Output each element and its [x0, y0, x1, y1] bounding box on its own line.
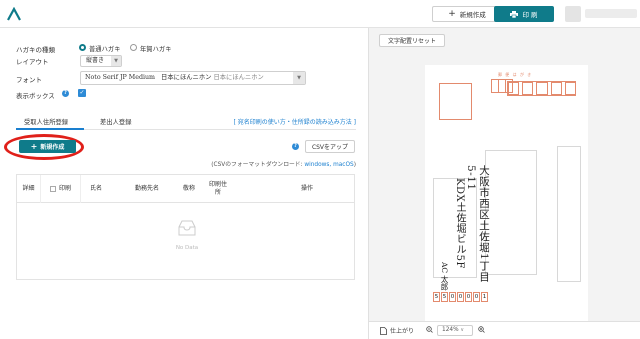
preview-panel: 文字配置リセット 郵 便 は が き 大阪市西区土佐堀1丁目5-11 KDX土佐…	[369, 28, 640, 339]
csv-format-links[interactable]: windows, macOS	[304, 162, 353, 168]
chevron-down-icon: ∨	[460, 327, 465, 333]
address-line-2: KDX土佐堀ビル5F	[454, 178, 465, 269]
postcard-type-label: ハガキの種類	[16, 46, 55, 54]
display-box-label: 表示ボックス	[16, 92, 55, 100]
zoom-select[interactable]: 124% ∨	[437, 325, 473, 336]
column-print: 印刷	[41, 175, 81, 203]
postcard-preview: 郵 便 は が き 大阪市西区土佐堀1丁目5-11 KDX土佐堀ビル5F AC …	[425, 65, 588, 335]
postcard-header: 郵 便 は が き	[498, 72, 533, 77]
csv-format-note: (CSVのフォーマットダウンロード: windows, macOS)	[211, 162, 356, 168]
font-select[interactable]: Noto Serif JP Medium 日本にほんニホン 日本にほんニホン ▼	[80, 71, 306, 85]
top-bar: + 新規作成 印 刷	[0, 0, 640, 28]
layout-select[interactable]: 縦書き ▼	[80, 55, 122, 67]
column-name: 氏名	[89, 185, 102, 192]
address-line-1: 大阪市西区土佐堀1丁目5-11	[465, 165, 490, 283]
print-button[interactable]: 印 刷	[494, 6, 554, 22]
sender-zip-code: 5 5 0 0 0 0 1	[433, 292, 488, 302]
radio-normal-postcard[interactable]	[79, 44, 86, 51]
blurred-user-name	[585, 9, 637, 18]
tab-sender[interactable]: 差出人登録	[100, 117, 131, 126]
layout-label: レイアウト	[16, 58, 49, 66]
font-label: フォント	[16, 76, 42, 84]
stamp-box	[439, 83, 472, 120]
column-print-address: 印刷住所	[209, 181, 228, 196]
chevron-down-icon: ▼	[293, 72, 305, 84]
company-field-box[interactable]	[557, 146, 581, 282]
logo-icon[interactable]	[7, 7, 21, 21]
radio-new-year-postcard[interactable]	[130, 44, 137, 51]
csv-upload-button[interactable]: CSVをアップ	[305, 140, 355, 153]
empty-inbox-icon	[178, 220, 196, 236]
tab-recipient[interactable]: 受取人住所登録	[24, 117, 68, 126]
add-recipient-button[interactable]: + 新規作成	[19, 140, 76, 153]
reset-layout-button[interactable]: 文字配置リセット	[379, 34, 445, 47]
printer-icon	[510, 10, 519, 18]
preview-footer: 仕上がり 124% ∨	[369, 321, 640, 339]
column-actions: 操作	[300, 185, 313, 192]
empty-state: No Data	[157, 219, 217, 251]
column-company: 勤務先名	[134, 185, 159, 192]
column-detail: 詳細	[17, 175, 41, 203]
select-all-checkbox[interactable]	[49, 186, 56, 192]
recipient-table: 詳細 印刷 氏名 勤務先名 敬称 印刷住所 操作 No Data	[16, 174, 355, 280]
document-icon	[380, 326, 387, 335]
new-document-button[interactable]: + 新規作成	[432, 6, 502, 22]
plus-icon: +	[448, 8, 456, 19]
chevron-down-icon: ▼	[111, 56, 121, 66]
column-honorific: 敬称	[182, 185, 195, 192]
zip-box-group-2	[507, 81, 577, 96]
radio-normal-postcard-label: 普通ハガキ	[89, 46, 121, 53]
plus-icon: +	[30, 141, 38, 151]
display-box-checkbox[interactable]: ✓	[78, 89, 86, 97]
tabs: 受取人住所登録 差出人登録 [ 宛名印刷の使い方・住所録の読み込み方法 ]	[16, 113, 356, 130]
radio-new-year-postcard-label: 年賀ハガキ	[140, 46, 172, 53]
usage-guide-link[interactable]: [ 宛名印刷の使い方・住所録の読み込み方法 ]	[234, 117, 357, 126]
table-header: 詳細 印刷 氏名 勤務先名 敬称 印刷住所 操作	[17, 175, 354, 203]
finish-toggle[interactable]: 仕上がり	[380, 326, 414, 335]
help-icon[interactable]: ?	[292, 143, 299, 150]
blurred-avatar[interactable]	[565, 6, 581, 22]
name-field-box[interactable]	[485, 150, 537, 275]
settings-panel: ハガキの種類 普通ハガキ 年賀ハガキ レイアウト 縦書き ▼ フォント Noto…	[0, 28, 368, 339]
zoom-out-icon[interactable]	[426, 326, 433, 333]
zoom-in-icon[interactable]	[478, 326, 485, 333]
active-tab-indicator	[16, 128, 84, 130]
help-icon[interactable]: ?	[62, 90, 69, 97]
